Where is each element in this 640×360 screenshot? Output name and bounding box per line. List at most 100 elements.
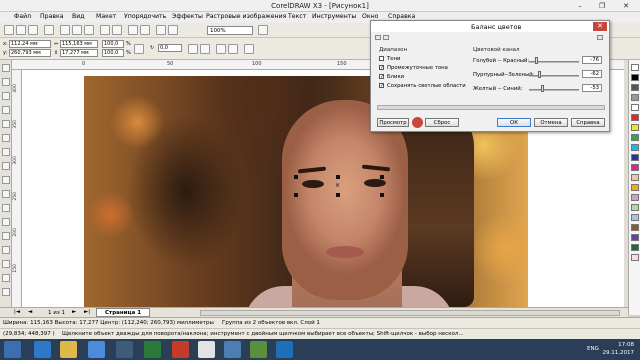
selection-handle[interactable] — [380, 175, 384, 179]
snap-to-icon[interactable] — [258, 25, 268, 35]
swatch-orange[interactable] — [631, 184, 639, 191]
pick-tool-icon[interactable] — [2, 64, 10, 72]
smart-fill-icon[interactable] — [2, 134, 10, 142]
swatch-pink[interactable] — [631, 254, 639, 261]
yandex-icon[interactable] — [198, 341, 215, 358]
yellow-blue-input[interactable]: -53 — [582, 84, 602, 92]
swatch-red[interactable] — [631, 114, 639, 121]
selection-handle[interactable] — [380, 193, 384, 197]
yellow-blue-slider[interactable] — [529, 89, 579, 91]
export-icon[interactable] — [140, 25, 150, 35]
photo-icon[interactable] — [224, 341, 241, 358]
freehand-tool-icon[interactable] — [2, 120, 10, 128]
menu-help[interactable]: Справка — [388, 13, 415, 20]
outline-tool-icon[interactable] — [2, 260, 10, 268]
swatch-yellow[interactable] — [631, 124, 639, 131]
swatch-light-green[interactable] — [631, 204, 639, 211]
swatch-green[interactable] — [631, 134, 639, 141]
swatch-white[interactable] — [631, 104, 639, 111]
app-launcher-icon[interactable] — [156, 25, 166, 35]
fill-tool-icon[interactable] — [2, 274, 10, 282]
interactive-blend-icon[interactable] — [2, 232, 10, 240]
menu-bitmaps[interactable]: Растровые изображения — [206, 13, 286, 20]
zoom-tool-icon[interactable] — [2, 106, 10, 114]
group-icon[interactable] — [216, 44, 226, 54]
menu-edit[interactable]: Правка — [40, 13, 64, 20]
save-icon[interactable] — [28, 25, 38, 35]
restore-button[interactable]: ❐ — [592, 1, 612, 11]
swatch-dark-green[interactable] — [631, 244, 639, 251]
ie-icon[interactable] — [34, 341, 51, 358]
basic-shapes-icon[interactable] — [2, 190, 10, 198]
cut-icon[interactable] — [60, 25, 70, 35]
help-button[interactable]: Справка — [571, 118, 605, 127]
selection-handle[interactable] — [336, 175, 340, 179]
print-icon[interactable] — [44, 25, 54, 35]
start-icon[interactable] — [4, 341, 21, 358]
dialog-title-bar[interactable]: Баланс цветов ✕ — [371, 21, 609, 32]
rectangle-tool-icon[interactable] — [2, 148, 10, 156]
interactive-fill-icon[interactable] — [2, 288, 10, 296]
collapse-icon[interactable] — [375, 35, 381, 40]
preserve-luminance-checkbox[interactable]: ✓ — [379, 83, 384, 89]
menu-arrange[interactable]: Упорядочить — [124, 13, 166, 20]
selection-handle[interactable] — [336, 193, 340, 197]
selection-handle[interactable] — [294, 193, 298, 197]
swatch-cyan[interactable] — [631, 144, 639, 151]
rotation-field[interactable]: 0,0 — [158, 44, 182, 52]
text-tool-icon[interactable] — [2, 204, 10, 212]
magenta-green-slider[interactable] — [529, 75, 579, 77]
app-icon[interactable] — [88, 341, 105, 358]
swatch-gray[interactable] — [631, 94, 639, 101]
swatch-purple[interactable] — [631, 234, 639, 241]
menu-view[interactable]: Вид — [72, 13, 85, 20]
swatch-blue[interactable] — [631, 154, 639, 161]
clock[interactable]: 17:08 29.11.2017 — [603, 341, 635, 357]
word-icon[interactable] — [276, 341, 293, 358]
preview-button[interactable]: Просмотр — [377, 118, 409, 127]
scale-width-field[interactable]: 100,0 — [102, 40, 124, 48]
explorer-icon[interactable] — [60, 341, 77, 358]
swatch-black[interactable] — [631, 74, 639, 81]
prev-page-icon[interactable]: ◄ — [28, 309, 32, 315]
opera-icon[interactable] — [172, 341, 189, 358]
swatch-magenta[interactable] — [631, 164, 639, 171]
width-field[interactable]: 115,163 мм — [60, 40, 98, 48]
y-position-field[interactable]: 260,793 мм — [9, 49, 51, 57]
magenta-green-input[interactable]: -62 — [582, 70, 602, 78]
scale-height-field[interactable]: 100,0 — [102, 49, 124, 57]
selection-handle[interactable] — [294, 175, 298, 179]
reset-button[interactable]: Сброс — [425, 118, 459, 127]
magenta-green-thumb[interactable] — [538, 71, 541, 78]
open-icon[interactable] — [16, 25, 26, 35]
table-tool-icon[interactable] — [2, 218, 10, 226]
swatch-dark-gray[interactable] — [631, 84, 639, 91]
menu-window[interactable]: Окно — [362, 13, 378, 20]
shadows-checkbox[interactable] — [379, 56, 384, 61]
height-field[interactable]: 17,277 мм — [60, 49, 98, 57]
eyedropper-tool-icon[interactable] — [2, 246, 10, 254]
cyan-red-input[interactable]: -76 — [582, 56, 602, 64]
media-icon[interactable] — [144, 341, 161, 358]
align-icon[interactable] — [244, 44, 254, 54]
minimize-button[interactable]: – — [570, 1, 590, 11]
menu-layout[interactable]: Макет — [96, 13, 116, 20]
close-button[interactable]: ✕ — [614, 1, 638, 11]
crop-tool-icon[interactable] — [2, 92, 10, 100]
horizontal-scrollbar[interactable] — [200, 310, 620, 316]
paste-icon[interactable] — [84, 25, 94, 35]
lock-ratio-icon[interactable] — [134, 44, 144, 54]
first-page-icon[interactable]: |◄ — [14, 309, 20, 315]
cancel-button[interactable]: Отмена — [534, 118, 568, 127]
yellow-blue-thumb[interactable] — [541, 85, 544, 92]
swatch-lilac[interactable] — [631, 194, 639, 201]
next-page-icon[interactable]: ► — [72, 309, 76, 315]
page-tab[interactable]: Страница 1 — [96, 308, 150, 317]
mirror-h-icon[interactable] — [188, 44, 198, 54]
midtones-checkbox[interactable]: ✓ — [379, 65, 384, 71]
redo-icon[interactable] — [112, 25, 122, 35]
lock-preview-icon[interactable] — [412, 117, 423, 128]
ok-button[interactable]: ОК — [497, 118, 531, 127]
x-position-field[interactable]: 112,24 мм — [9, 40, 51, 48]
preview-pane-icon[interactable] — [383, 35, 389, 40]
